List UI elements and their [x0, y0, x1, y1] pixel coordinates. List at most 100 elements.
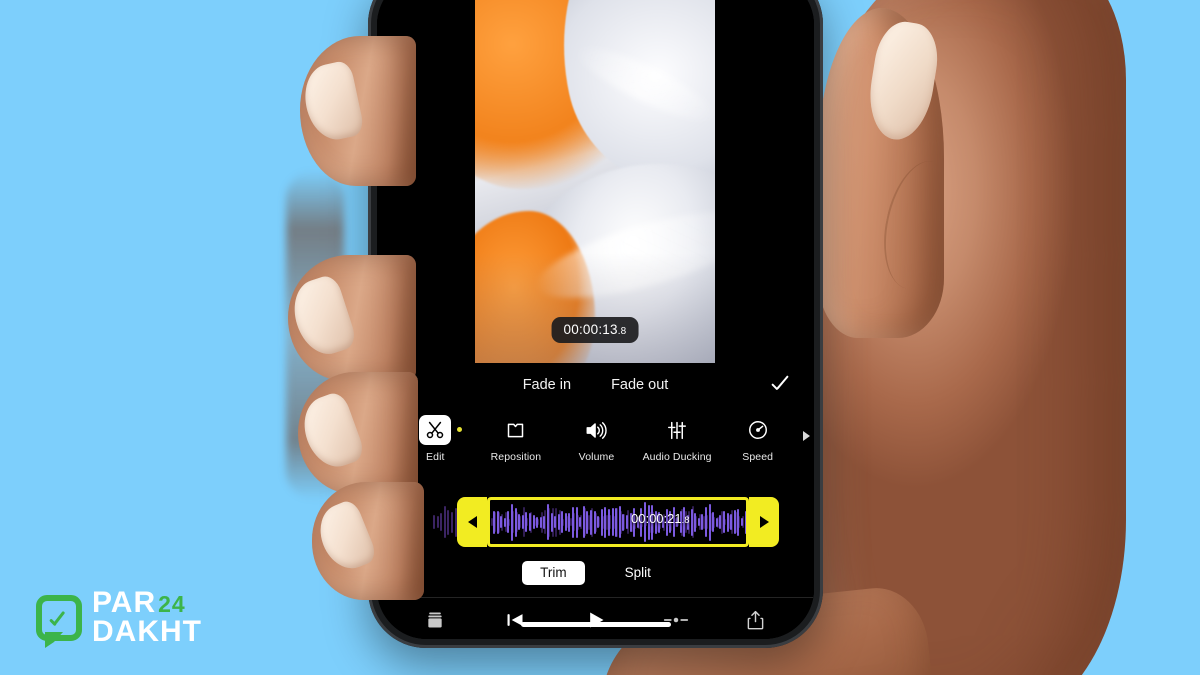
video-preview-area: 00:00:13.8	[377, 0, 814, 363]
watermark-logo: PAR 24 DAKHT	[36, 588, 202, 649]
chevron-right-icon[interactable]	[803, 431, 810, 441]
waveform-bar	[690, 508, 693, 536]
waveform-bar	[694, 512, 697, 532]
skip-to-start-icon	[504, 608, 526, 632]
watermark-dakht: DAKHT	[92, 615, 202, 649]
tab-projects[interactable]: Projects	[395, 608, 475, 639]
share-upload-icon	[746, 608, 765, 632]
waveform-bar	[564, 513, 567, 531]
tab-share[interactable]: Share	[716, 608, 796, 639]
trim-handle-right[interactable]	[749, 497, 779, 547]
ring-finger-nail	[295, 389, 367, 475]
little-finger-nail	[311, 497, 379, 577]
audio-waveform-timeline[interactable]: 00:00:21.8	[377, 491, 814, 553]
waveform-bar	[608, 508, 610, 536]
checkmark-icon[interactable]	[770, 374, 792, 396]
waveform-bar	[572, 506, 575, 538]
waveform-bar	[546, 504, 549, 540]
waveform-bar	[539, 516, 542, 528]
middle-finger	[285, 255, 416, 381]
home-indicator[interactable]	[520, 622, 671, 627]
selection-duration-main: 00:00:21	[631, 511, 682, 526]
waveform-bar	[561, 511, 564, 533]
watermark-line-2: DAKHT	[92, 615, 202, 649]
waveform-bar	[447, 509, 450, 535]
waveform-bar	[436, 516, 439, 528]
middle-finger-nail	[285, 272, 359, 362]
tool-edit-label: Edit	[426, 451, 445, 463]
selection-duration-fraction: .8	[681, 515, 690, 526]
waveform-bar	[705, 507, 708, 537]
waveform-bar	[744, 510, 746, 534]
waveform-bar	[625, 515, 628, 529]
fade-toolbar: Fade in Fade out	[377, 363, 814, 407]
tool-reposition-label: Reposition	[490, 451, 542, 463]
waveform-bar	[697, 518, 700, 526]
waveform-bar	[532, 515, 535, 529]
fade-out-button[interactable]: Fade out	[611, 377, 668, 393]
waveform-bar	[518, 514, 521, 530]
waveform-bar	[450, 511, 453, 533]
app-screen: 00:00:13.8 Fade in Fade out Edit Reposit…	[377, 0, 814, 639]
waveform-selection[interactable]	[487, 497, 749, 547]
waveform-bar	[733, 510, 736, 534]
waveform-bar	[521, 515, 524, 529]
triangle-right-icon	[759, 516, 769, 528]
waveform-bar	[440, 513, 443, 531]
phone-screen-bezel: 00:00:13.8 Fade in Fade out Edit Reposit…	[377, 0, 814, 639]
waveform-bar	[615, 507, 618, 537]
trim-option[interactable]: Trim	[522, 561, 585, 585]
index-finger-nail	[298, 59, 366, 145]
speedometer-icon	[741, 415, 775, 445]
tool-audio-ducking[interactable]: Audio Ducking	[637, 415, 718, 463]
waveform-bar	[701, 514, 704, 530]
waveform-bar	[604, 506, 607, 538]
bottom-toolbar: Projects	[377, 597, 814, 639]
tool-speed[interactable]: Speed	[717, 415, 798, 463]
waveform-bar	[514, 507, 517, 537]
waveform-bar	[719, 515, 722, 529]
waveform-bar	[715, 517, 718, 527]
tool-reposition[interactable]: Reposition	[476, 415, 557, 463]
waveform-bar	[730, 514, 733, 530]
index-finger	[298, 36, 416, 186]
waveform-bar	[536, 516, 539, 528]
fade-in-button[interactable]: Fade in	[523, 377, 571, 393]
watermark-line-1: PAR 24	[92, 588, 202, 618]
waveform-bar	[525, 512, 528, 532]
triangle-left-icon	[467, 516, 477, 528]
waveform-bar	[507, 511, 510, 533]
scrub-icon	[663, 608, 689, 632]
trim-split-switch: Trim Split	[377, 553, 814, 597]
split-option[interactable]: Split	[607, 561, 669, 585]
video-preview[interactable]: 00:00:13.8	[475, 0, 715, 363]
selection-duration-label: 00:00:21.8	[631, 511, 690, 526]
tab-share-label: Share	[742, 638, 770, 639]
waveform-bar	[510, 503, 513, 541]
waveform-bar	[597, 516, 600, 528]
waveform-bar	[600, 508, 603, 536]
edit-badge-dot	[457, 427, 463, 432]
waveform-bar	[433, 515, 435, 529]
waveform-bar	[579, 517, 582, 527]
tool-strip: Edit Reposition Volume Audio Ducking Spe…	[377, 407, 814, 487]
tool-volume[interactable]: Volume	[556, 415, 637, 463]
projects-stack-icon	[425, 608, 445, 632]
waveform-bar	[740, 518, 743, 526]
scissors-icon	[419, 415, 463, 445]
tab-scrub-label: Scrub	[662, 638, 689, 639]
tool-speed-label: Speed	[742, 451, 774, 463]
waveform-bar	[723, 511, 725, 533]
ring-finger	[295, 372, 418, 494]
waveform-bar	[582, 506, 585, 538]
waveform-bar	[618, 506, 621, 538]
waveform-bar	[500, 516, 503, 528]
waveform-bar	[503, 517, 506, 527]
waveform-bar	[568, 512, 571, 532]
trim-handle-left[interactable]	[457, 497, 487, 547]
check-mark	[48, 607, 70, 629]
tool-audio-ducking-label: Audio Ducking	[642, 451, 712, 463]
speaker-wave-icon	[579, 415, 613, 445]
tab-projects-label: Projects	[416, 638, 454, 639]
waveform-bar	[737, 508, 740, 536]
